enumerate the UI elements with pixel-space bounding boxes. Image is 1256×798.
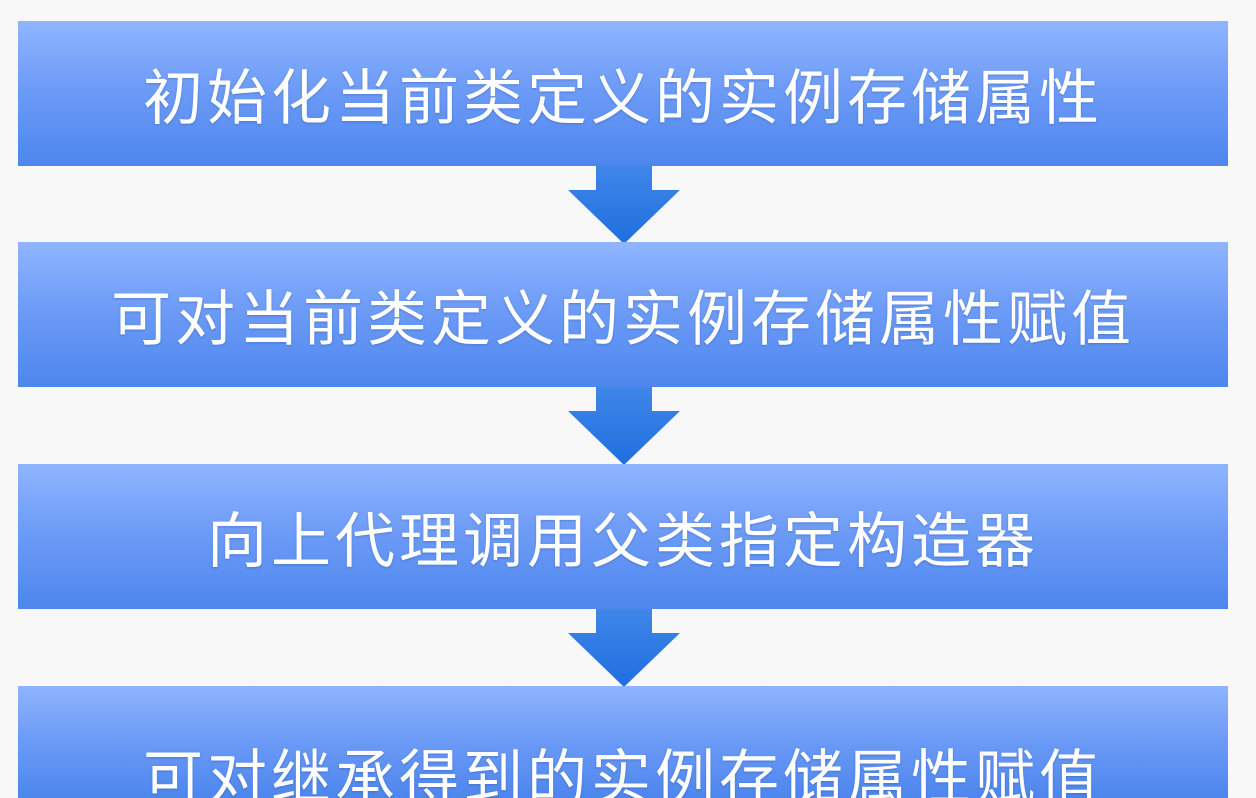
step-1-box: 初始化当前类定义的实例存储属性 <box>18 21 1228 166</box>
down-arrow-icon <box>568 609 680 687</box>
step-3-box: 向上代理调用父类指定构造器 <box>18 464 1228 609</box>
flow-diagram: 初始化当前类定义的实例存储属性 可对当前类定义的实例存储属性赋值 向上代理调用父… <box>0 0 1256 798</box>
step-4-box: 可对继承得到的实例存储属性赋值 <box>18 686 1228 798</box>
down-arrow-icon <box>568 166 680 244</box>
step-1-label: 初始化当前类定义的实例存储属性 <box>143 64 1103 134</box>
down-arrow-icon <box>568 387 680 465</box>
step-2-label: 可对当前类定义的实例存储属性赋值 <box>111 285 1135 355</box>
step-2-box: 可对当前类定义的实例存储属性赋值 <box>18 242 1228 387</box>
step-3-label: 向上代理调用父类指定构造器 <box>207 507 1039 577</box>
step-4-label: 可对继承得到的实例存储属性赋值 <box>143 744 1103 798</box>
